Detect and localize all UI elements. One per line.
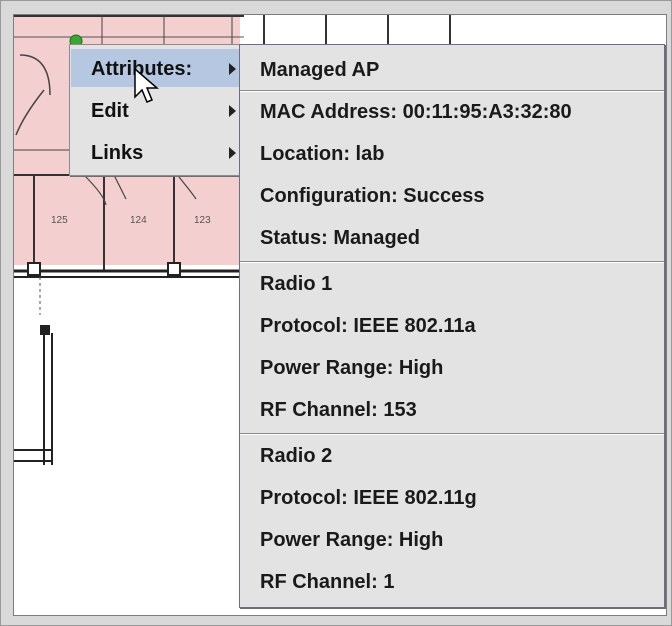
window-frame: 125 124 123 Attributes: Edit Links Manag… (0, 0, 672, 626)
radio1-protocol[interactable]: Protocol: IEEE 802.11a (260, 315, 476, 338)
radio1-power-range[interactable]: Power Range: High (260, 357, 443, 380)
room-number: 125 (51, 215, 68, 226)
radio2-header[interactable]: Radio 2 (260, 445, 332, 468)
location[interactable]: Location: lab (260, 143, 384, 166)
context-menu: Attributes: Edit Links (69, 44, 244, 176)
radio2-power-range[interactable]: Power Range: High (260, 529, 443, 552)
radio1-header[interactable]: Radio 1 (260, 273, 332, 296)
radio2-protocol[interactable]: Protocol: IEEE 802.11g (260, 487, 477, 510)
submenu-arrow-icon (229, 105, 236, 117)
menu-item-label: Edit (91, 100, 129, 122)
menu-item-links[interactable]: Links (71, 133, 242, 171)
room-number: 123 (194, 215, 211, 226)
attributes-submenu: Managed AP MAC Address: 00:11:95:A3:32:8… (239, 44, 665, 608)
room-number: 124 (130, 215, 147, 226)
mouse-pointer-icon (134, 67, 160, 103)
configuration[interactable]: Configuration: Success (260, 185, 484, 208)
menu-item-label: Links (91, 142, 144, 164)
mac-address[interactable]: MAC Address: 00:11:95:A3:32:80 (260, 101, 572, 124)
radio1-rf-channel[interactable]: RF Channel: 153 (260, 399, 417, 422)
submenu-arrow-icon (229, 63, 236, 75)
ap-type[interactable]: Managed AP (260, 59, 379, 82)
status[interactable]: Status: Managed (260, 227, 420, 250)
radio2-rf-channel[interactable]: RF Channel: 1 (260, 571, 394, 594)
submenu-arrow-icon (229, 147, 236, 159)
